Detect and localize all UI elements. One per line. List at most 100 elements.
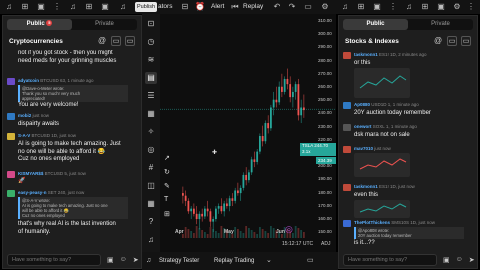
image-icon[interactable]: ▣ <box>443 256 450 264</box>
menu-icon-3[interactable]: ⋮ <box>466 2 476 12</box>
grid-icon-3[interactable]: ⊞ <box>420 2 430 12</box>
avatar[interactable] <box>7 171 15 178</box>
message-input[interactable]: Have something to say? <box>7 254 101 266</box>
bookmark-icon[interactable]: ⊡ <box>145 18 157 30</box>
avatar[interactable] <box>343 220 351 227</box>
message-username[interactable]: ThePlotThickens SMS10S 1D, just now <box>354 220 435 225</box>
layers-icon[interactable]: ≋ <box>145 54 157 66</box>
indicators-label[interactable]: ators <box>158 3 172 10</box>
camera-icon-3[interactable]: ▣ <box>372 2 382 12</box>
settings-icon-2[interactable]: ⚙ <box>452 2 462 12</box>
replay-button[interactable]: Replay <box>243 3 263 10</box>
measure-icon[interactable]: ⊞ <box>164 210 170 218</box>
alert-icon[interactable]: ⏰ <box>195 2 205 12</box>
tab-private[interactable]: Private <box>72 19 137 30</box>
grid-icon-2[interactable]: ⊞ <box>356 2 366 12</box>
message-username[interactable]: taskmonn1 ES1! 1D, 2 minutes ago <box>354 52 427 57</box>
volume-bar <box>259 227 261 238</box>
bell-icon[interactable]: ♫ <box>145 234 157 246</box>
camera-icon[interactable]: ▣ <box>36 2 46 12</box>
refresh-icon[interactable]: ↻ <box>164 168 170 176</box>
window-icon[interactable]: ▭ <box>307 256 314 264</box>
image-icon[interactable]: ▣ <box>107 256 114 264</box>
replay-target-icon[interactable]: ◎ <box>285 224 293 235</box>
bell-icon[interactable]: ♫ <box>146 257 151 264</box>
publish-button[interactable]: Publish <box>135 2 157 12</box>
help-icon[interactable]: ? <box>145 216 157 228</box>
bell-icon-4[interactable]: ♫ <box>340 2 350 12</box>
avatar[interactable] <box>7 190 15 197</box>
message-input[interactable]: Have something to say? <box>343 254 437 266</box>
message-username[interactable]: KISMYAR$$ BTCUSD 5, just now <box>18 171 86 176</box>
message-username[interactable]: mav7010 just now <box>354 146 391 151</box>
avatar[interactable] <box>343 52 351 59</box>
tab-public[interactable]: Public 5 <box>7 19 72 30</box>
expand-icon[interactable]: ▭ <box>111 36 121 46</box>
avatar[interactable] <box>343 146 351 153</box>
mention-icon[interactable]: @ <box>97 36 107 46</box>
grid-icon[interactable]: ▦ <box>145 198 157 210</box>
emoji-icon[interactable]: ☺ <box>456 256 463 264</box>
chart-snapshot[interactable] <box>354 68 410 98</box>
expand-icon[interactable]: ▭ <box>447 36 457 46</box>
chevron-down-icon[interactable]: ⌄ <box>266 256 272 264</box>
message-username[interactable]: taskmonn1 ES1! 1D, just now <box>354 184 415 189</box>
message-username[interactable]: mobi2 just now <box>18 113 49 118</box>
layout-icon[interactable]: ▭ <box>125 36 135 46</box>
bell-icon-2[interactable]: ♫ <box>68 2 78 12</box>
layout-icon[interactable]: ⊞ <box>20 2 30 12</box>
target-icon[interactable]: ◎ <box>145 144 157 156</box>
bulb-icon[interactable]: ✧ <box>145 126 157 138</box>
redo-icon[interactable]: ↷ <box>287 2 297 12</box>
layout-icon-3[interactable]: ▭ <box>303 2 313 12</box>
pencil-icon[interactable]: ✎ <box>164 182 170 190</box>
chart-snapshot[interactable] <box>354 200 410 218</box>
menu-icon[interactable]: ⋮ <box>52 2 62 12</box>
candlestick-chart[interactable] <box>160 14 336 252</box>
clock-icon[interactable]: ◷ <box>145 36 157 48</box>
menu-icon-2[interactable]: ⋮ <box>388 2 398 12</box>
avatar[interactable] <box>7 133 15 140</box>
strategy-tester-tab[interactable]: Strategy Tester <box>159 258 199 264</box>
layout-icon[interactable]: ▭ <box>461 36 471 46</box>
bell-icon[interactable]: ♫ <box>4 2 14 12</box>
adj-toggle[interactable]: ADJ <box>321 241 330 247</box>
undo-icon[interactable]: ↶ <box>272 2 282 12</box>
message-username[interactable]: S-A-V BTCUSD 1D, just now <box>18 133 76 138</box>
layers-icon-2[interactable]: ◫ <box>145 180 157 192</box>
alert-button[interactable]: Alert <box>211 3 224 10</box>
camera-icon-4[interactable]: ▣ <box>436 2 446 12</box>
message-username[interactable]: Ap0880 USD1D 1, 1 minute ago <box>354 102 419 107</box>
text-icon[interactable]: T <box>164 196 168 203</box>
bell-icon-5[interactable]: ♫ <box>404 2 414 12</box>
avatar[interactable] <box>343 102 351 109</box>
avatar[interactable] <box>343 184 351 191</box>
hash-icon[interactable]: # <box>145 162 157 174</box>
settings-icon[interactable]: ⚙ <box>320 2 330 12</box>
price-chart[interactable]: ↗ ↻ ✎ T ⊞ ◎ ✚ <box>160 14 336 252</box>
mention-icon[interactable]: @ <box>433 36 443 46</box>
layout-icon-2[interactable]: ⊟ <box>180 2 190 12</box>
tab-public[interactable]: Public <box>343 19 408 30</box>
grid-icon[interactable]: ⊞ <box>84 2 94 12</box>
cursor-icon[interactable]: ↗ <box>164 154 170 162</box>
send-icon[interactable]: ➤ <box>133 256 139 264</box>
list-icon[interactable]: ☰ <box>145 90 157 102</box>
emoji-icon[interactable]: ☺ <box>120 256 127 264</box>
message-username[interactable]: onewort SOXL 1, 1 minute ago <box>354 124 417 129</box>
camera-icon-2[interactable]: ▣ <box>100 2 110 12</box>
bell-icon-3[interactable]: ♫ <box>118 2 128 12</box>
avatar[interactable] <box>7 113 15 120</box>
calendar-icon[interactable]: ▦ <box>145 108 157 120</box>
avatar[interactable] <box>343 124 351 131</box>
crosshair-icon[interactable]: ✚ <box>212 149 217 156</box>
send-icon[interactable]: ➤ <box>469 256 475 264</box>
replay-icon[interactable]: ⏮ <box>230 2 240 12</box>
message-username[interactable]: adyatcoin BTCUSD 63, 1 minute ago <box>18 78 94 83</box>
replay-trading-tab[interactable]: Replay Trading <box>214 258 254 264</box>
chart-snapshot[interactable] <box>354 153 410 177</box>
tab-private[interactable]: Private <box>408 19 473 30</box>
message-username[interactable]: easy-peasy-n SET 240, just now <box>18 190 84 195</box>
chat-icon[interactable]: ▤ <box>145 72 157 84</box>
avatar[interactable] <box>7 78 15 85</box>
